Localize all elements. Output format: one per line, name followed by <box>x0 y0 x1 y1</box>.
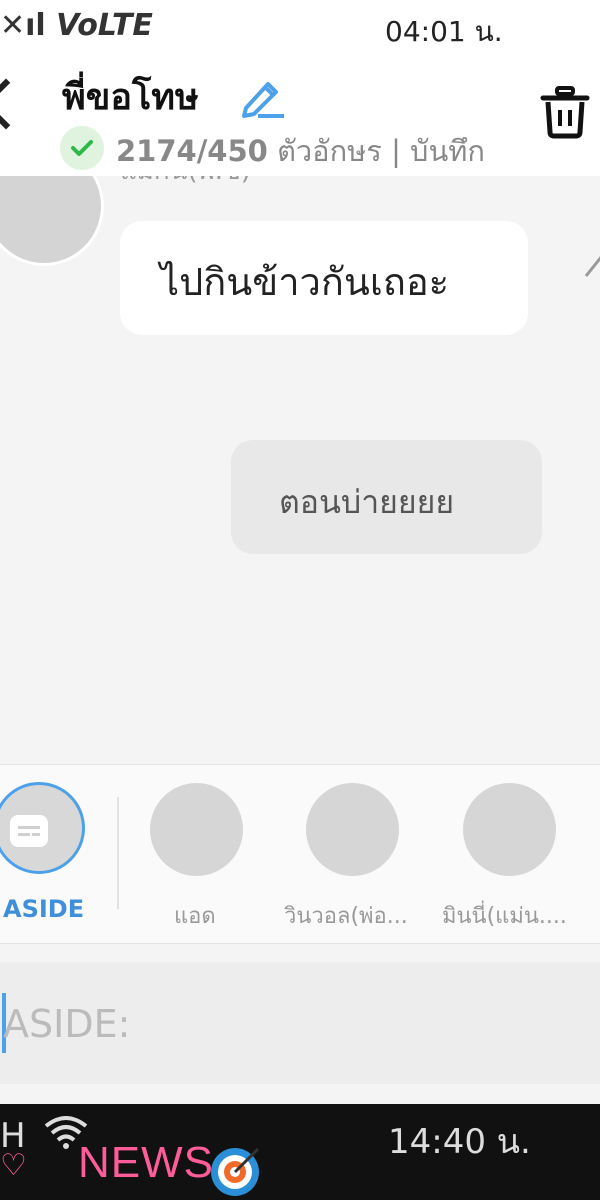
overlay-clock: 14:40 น. <box>388 1122 531 1162</box>
message-icon <box>10 815 48 847</box>
character-avatar[interactable] <box>306 783 399 876</box>
avatar[interactable] <box>0 176 104 266</box>
character-avatar[interactable] <box>463 783 556 876</box>
aside-label: ASIDE <box>3 895 85 923</box>
saved-check-icon <box>60 126 104 170</box>
sender-name: แมกน(พ.ข) <box>120 176 251 191</box>
character-avatar[interactable] <box>150 783 243 876</box>
char-count-value: 2174/450 <box>116 134 268 168</box>
target-icon <box>211 1147 260 1196</box>
message-input-placeholder: ASIDE: <box>3 1002 131 1046</box>
back-icon[interactable] <box>0 78 32 130</box>
message-bubble[interactable]: ไปกินข้าวกันเถอะ <box>120 221 528 335</box>
message-text: ตอนบ่ายยยย <box>279 483 455 521</box>
message-input-box[interactable]: ASIDE: <box>0 962 600 1084</box>
aside-bubble[interactable]: ตอนบ่ายยยย <box>231 440 542 554</box>
character-selector: ASIDE แอด วินวอล(พ่อ... มินนี่(แม่น.... <box>0 764 600 944</box>
chat-header: พี่ขอโทษ 2174/450 ตัวอักษร | บันทึก <box>0 56 600 176</box>
message-text: ไปกินข้าวกันเถอะ <box>160 260 450 304</box>
story-title: พี่ขอโทษ <box>62 77 199 118</box>
character-label: แอด <box>174 904 216 929</box>
signal-icon: ✕ıl <box>0 8 46 43</box>
char-count-unit: ตัวอักษร | บันทึก <box>277 134 485 168</box>
aside-character-button[interactable] <box>0 782 85 874</box>
trash-icon[interactable] <box>540 84 590 140</box>
bottom-overlay: H ♡ NEWS 14:40 น. <box>0 1104 600 1200</box>
divider <box>117 797 119 909</box>
status-bar: ✕ıl VoLTE 04:01 น. <box>0 0 600 56</box>
chat-area[interactable]: แมกน(พ.ข) ไปกินข้าวกันเถอะ ตอนบ่ายยยย <box>0 176 600 764</box>
pencil-icon[interactable] <box>238 74 286 118</box>
heart-icon: ♡ <box>0 1148 27 1183</box>
signal-status: ✕ıl VoLTE <box>0 8 153 43</box>
character-counter: 2174/450 ตัวอักษร | บันทึก <box>116 128 485 174</box>
clock: 04:01 น. <box>385 15 503 48</box>
news-logo: NEWS <box>78 1138 214 1187</box>
character-label: มินนี่(แม่น.... <box>442 904 567 929</box>
network-type: VoLTE <box>56 8 153 43</box>
edit-message-icon[interactable] <box>582 250 600 280</box>
character-label: วินวอล(พ่อ... <box>284 904 408 929</box>
